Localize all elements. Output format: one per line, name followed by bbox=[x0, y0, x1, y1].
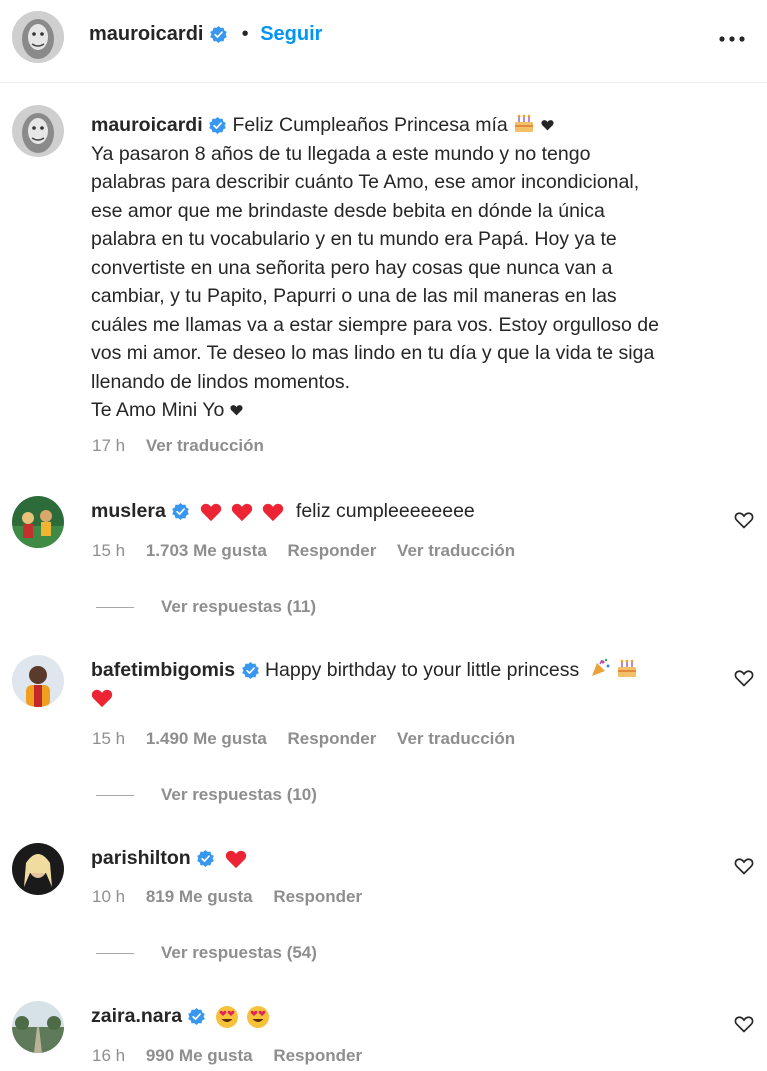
caption-line: cuáles me llamas va a estar siempre para… bbox=[91, 313, 659, 336]
comment-row: parishilton bbox=[91, 844, 247, 872]
caption-line: palabra en tu vocabulario y en tu mundo … bbox=[91, 228, 617, 250]
comment-translate-link[interactable]: Ver traducción bbox=[397, 729, 515, 748]
comment-username[interactable]: muslera bbox=[91, 500, 166, 522]
caption-avatar[interactable] bbox=[12, 105, 64, 157]
caption-first-line: Feliz Cumpleaños Princesa mía bbox=[232, 114, 508, 136]
view-replies-label: Ver respuestas (54) bbox=[161, 943, 317, 962]
comment-username[interactable]: zaira.nara bbox=[91, 1005, 182, 1027]
comment-time[interactable]: 16 h bbox=[92, 1046, 125, 1065]
black-heart-icon bbox=[230, 405, 243, 416]
header-username[interactable]: mauroicardi bbox=[89, 23, 203, 45]
caption-line: convertiste en una señorita pero hay cos… bbox=[91, 256, 613, 279]
comment-translate-link[interactable]: Ver traducción bbox=[397, 541, 515, 560]
caption-body: mauroicardi Feliz Cumpleaños Princesa mí… bbox=[91, 111, 751, 425]
caption-line: ese amor que me brindaste desde bebita e… bbox=[91, 199, 605, 222]
header-avatar[interactable] bbox=[12, 11, 64, 63]
comment-username[interactable]: bafetimbigomis bbox=[91, 659, 235, 681]
verified-badge-icon bbox=[209, 117, 226, 135]
caption-line: vos mi amor. Te deseo lo mas lindo en tu… bbox=[91, 342, 655, 364]
reply-button[interactable]: Responder bbox=[288, 541, 377, 560]
heart-eyes-emoji-icon bbox=[247, 1005, 270, 1028]
comment-time[interactable]: 10 h bbox=[92, 887, 125, 906]
comment-time[interactable]: 15 h bbox=[92, 541, 125, 560]
comment-row: muslera feliz cumpleeeeeeee bbox=[91, 497, 475, 525]
red-heart-icon bbox=[263, 503, 284, 521]
caption-last-line: Te Amo Mini Yo bbox=[91, 399, 225, 421]
birthday-cake-icon bbox=[515, 114, 534, 132]
caption-time[interactable]: 17 h bbox=[92, 436, 125, 455]
follow-button[interactable]: Seguir bbox=[260, 23, 322, 45]
comment-username[interactable]: parishilton bbox=[91, 847, 191, 869]
red-heart-icon bbox=[91, 689, 113, 708]
comment-avatar-bafetimbigomis[interactable] bbox=[12, 655, 64, 707]
red-heart-icon bbox=[231, 503, 253, 521]
like-heart-outline-icon[interactable] bbox=[734, 668, 754, 688]
party-popper-icon bbox=[591, 658, 610, 676]
reply-button[interactable]: Responder bbox=[288, 729, 377, 748]
comment-row: zaira.nara bbox=[91, 1002, 270, 1030]
red-heart-icon bbox=[200, 503, 221, 521]
like-heart-outline-icon[interactable] bbox=[734, 856, 754, 876]
comment-meta: 15 h 1.490 Me gusta Responder Ver traduc… bbox=[92, 729, 531, 749]
replies-divider bbox=[96, 795, 134, 797]
verified-badge-icon bbox=[210, 26, 227, 44]
caption-line: palabras para describir cuánto Te Amo, e… bbox=[91, 171, 640, 193]
caption-line: llenando de lindos momentos. bbox=[91, 370, 351, 393]
comment-avatar-zairanara[interactable] bbox=[12, 1001, 64, 1053]
comment-meta: 15 h 1.703 Me gusta Responder Ver traduc… bbox=[92, 541, 531, 561]
post-header: mauroicardi • Seguir bbox=[0, 0, 767, 83]
verified-badge-icon bbox=[172, 503, 190, 521]
view-replies-label: Ver respuestas (10) bbox=[161, 785, 317, 804]
black-heart-icon bbox=[541, 120, 554, 131]
verified-badge-icon bbox=[241, 662, 259, 680]
view-replies-button[interactable]: Ver respuestas (11) bbox=[96, 597, 316, 617]
heart-eyes-emoji-icon bbox=[215, 1005, 238, 1028]
like-heart-outline-icon[interactable] bbox=[734, 510, 754, 530]
more-options-icon[interactable] bbox=[719, 31, 745, 42]
comment-text: Happy birthday to your little princess bbox=[264, 659, 580, 681]
replies-divider bbox=[96, 607, 134, 609]
verified-badge-icon bbox=[188, 1008, 206, 1026]
view-replies-label: Ver respuestas (11) bbox=[161, 597, 316, 616]
comment-avatar-muslera[interactable] bbox=[12, 496, 64, 548]
caption-username[interactable]: mauroicardi bbox=[91, 114, 203, 136]
view-replies-button[interactable]: Ver respuestas (54) bbox=[96, 943, 317, 963]
red-heart-icon bbox=[225, 850, 246, 868]
comment-meta: 16 h 990 Me gusta Responder bbox=[92, 1046, 378, 1066]
reply-button[interactable]: Responder bbox=[273, 887, 362, 906]
comment-text: feliz cumpleeeeeeee bbox=[295, 500, 475, 522]
birthday-cake-icon bbox=[618, 659, 637, 677]
comment-time[interactable]: 15 h bbox=[92, 729, 125, 748]
comment-row: bafetimbigomis Happy birthday to your li… bbox=[91, 656, 638, 716]
like-heart-outline-icon[interactable] bbox=[734, 1014, 754, 1034]
comment-avatar-parishilton[interactable] bbox=[12, 843, 64, 895]
verified-badge-icon bbox=[197, 850, 214, 868]
comment-likes[interactable]: 819 Me gusta bbox=[146, 887, 253, 906]
comment-likes[interactable]: 1.703 Me gusta bbox=[146, 541, 267, 560]
caption-line: cambiar, y tu Papito, Papurri o una de l… bbox=[91, 285, 617, 307]
caption-translate-link[interactable]: Ver traducción bbox=[146, 436, 264, 455]
view-replies-button[interactable]: Ver respuestas (10) bbox=[96, 785, 317, 805]
header-separator: • bbox=[241, 23, 249, 45]
caption-meta: 17 h Ver traducción bbox=[92, 436, 280, 456]
replies-divider bbox=[96, 953, 134, 955]
caption-line: Ya pasaron 8 años de tu llegada a este m… bbox=[91, 142, 591, 165]
comment-likes[interactable]: 990 Me gusta bbox=[146, 1046, 253, 1065]
comment-meta: 10 h 819 Me gusta Responder bbox=[92, 887, 378, 907]
reply-button[interactable]: Responder bbox=[273, 1046, 362, 1065]
comment-likes[interactable]: 1.490 Me gusta bbox=[146, 729, 267, 748]
